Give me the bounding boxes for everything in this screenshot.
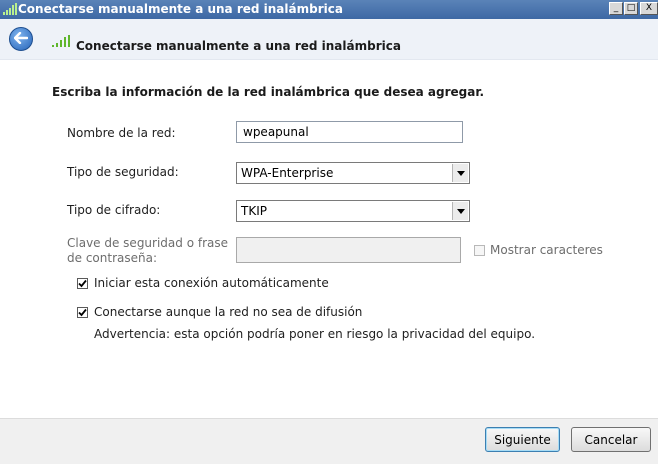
maximize-button[interactable]: □ (624, 2, 638, 15)
form-heading: Escriba la información de la red inalámb… (52, 85, 485, 99)
encryption-type-label: Tipo de cifrado: (67, 203, 161, 217)
network-name-input[interactable]: wpeapunal (236, 121, 463, 143)
minimize-button[interactable]: _ (609, 2, 623, 15)
title-bar: Conectarse manualmente a una red inalámb… (0, 0, 658, 19)
security-type-value: WPA-Enterprise (241, 166, 334, 180)
auto-connect-checkbox[interactable] (77, 278, 88, 289)
checkmark-icon (78, 308, 87, 317)
cancel-button[interactable]: Cancelar (571, 427, 651, 452)
show-characters-checkbox[interactable] (474, 245, 485, 256)
encryption-type-select[interactable]: TKIP (236, 200, 470, 222)
security-type-select[interactable]: WPA-Enterprise (236, 162, 470, 184)
security-key-label-line2: de contraseña: (67, 251, 157, 265)
chevron-down-icon[interactable] (452, 164, 468, 182)
wireless-signal-icon (3, 3, 17, 18)
auto-connect-label[interactable]: Iniciar esta conexión automáticamente (94, 276, 329, 290)
security-key-label-line1: Clave de seguridad o frase (67, 236, 229, 250)
encryption-type-value: TKIP (241, 204, 267, 218)
security-type-label: Tipo de seguridad: (67, 165, 179, 179)
connect-hidden-checkbox[interactable] (77, 307, 88, 318)
security-key-label: Clave de seguridad o frase de contraseña… (67, 236, 228, 266)
window-title: Conectarse manualmente a una red inalámb… (18, 2, 343, 16)
privacy-warning-text: Advertencia: esta opción podría poner en… (94, 327, 536, 341)
nav-bar: Conectarse manualmente a una red inalámb… (0, 19, 658, 60)
next-button[interactable]: Siguiente (485, 427, 560, 452)
wireless-signal-icon (52, 35, 70, 50)
checkmark-icon (78, 279, 87, 288)
network-name-label: Nombre de la red: (67, 126, 176, 140)
page-title: Conectarse manualmente a una red inalámb… (76, 39, 401, 53)
connect-hidden-label[interactable]: Conectarse aunque la red no sea de difus… (94, 305, 362, 319)
close-button[interactable]: X (640, 2, 658, 15)
chevron-down-icon[interactable] (452, 202, 468, 220)
security-key-input[interactable] (236, 237, 461, 263)
arrow-left-icon (13, 31, 29, 47)
back-button[interactable] (9, 27, 33, 51)
show-characters-label: Mostrar caracteres (490, 243, 603, 257)
